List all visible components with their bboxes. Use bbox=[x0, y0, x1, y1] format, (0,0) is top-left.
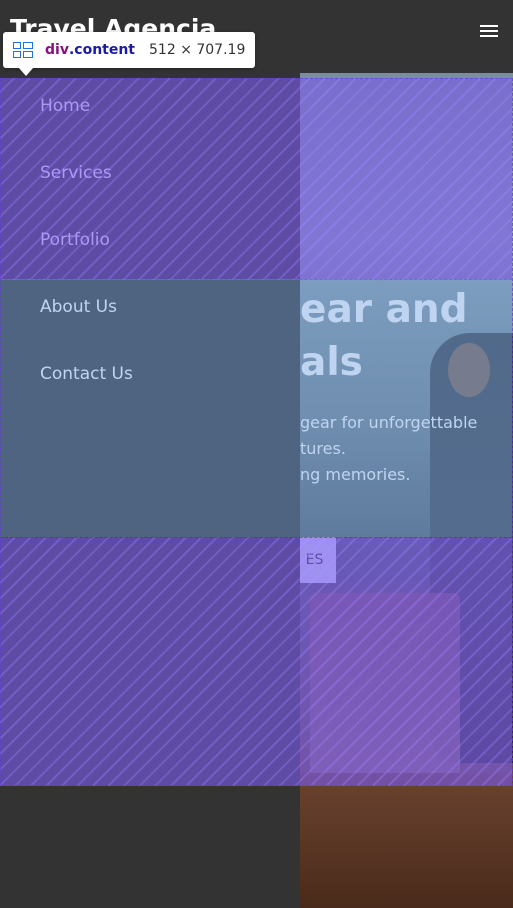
hamburger-icon[interactable] bbox=[480, 25, 500, 41]
devtools-element-tooltip: div .content 512 × 707.19 bbox=[3, 32, 256, 76]
hero-title-line-2: als bbox=[300, 340, 363, 385]
hero-gear-shape bbox=[310, 593, 460, 803]
menu-item-portfolio[interactable]: Portfolio bbox=[40, 230, 110, 250]
hero-description-line-1: gear for unforgettable bbox=[300, 413, 478, 432]
hero-description: gear for unforgettable tures. ng memorie… bbox=[300, 410, 477, 488]
menu-item-about-us[interactable]: About Us bbox=[40, 297, 117, 317]
grid-layout-icon bbox=[13, 42, 33, 58]
side-menu: Home Services Portfolio About Us Contact… bbox=[0, 73, 300, 908]
hero-ground-shape bbox=[300, 773, 513, 908]
hero-description-line-2: tures. bbox=[300, 439, 346, 458]
hero-title-line-1: ear and bbox=[300, 287, 468, 332]
devtools-tag-name: div bbox=[45, 42, 69, 58]
menu-item-home[interactable]: Home bbox=[40, 96, 90, 116]
hero-cta-button-label: ES bbox=[305, 552, 324, 568]
hero-title: ear and als bbox=[300, 283, 468, 389]
hero-image bbox=[300, 73, 513, 908]
devtools-element-size: 512 × 707.19 bbox=[149, 42, 246, 58]
menu-item-contact-us[interactable]: Contact Us bbox=[40, 364, 133, 384]
devtools-class-name: .content bbox=[68, 42, 136, 58]
menu-item-services[interactable]: Services bbox=[40, 163, 112, 183]
hero-description-line-3: ng memories. bbox=[300, 465, 411, 484]
